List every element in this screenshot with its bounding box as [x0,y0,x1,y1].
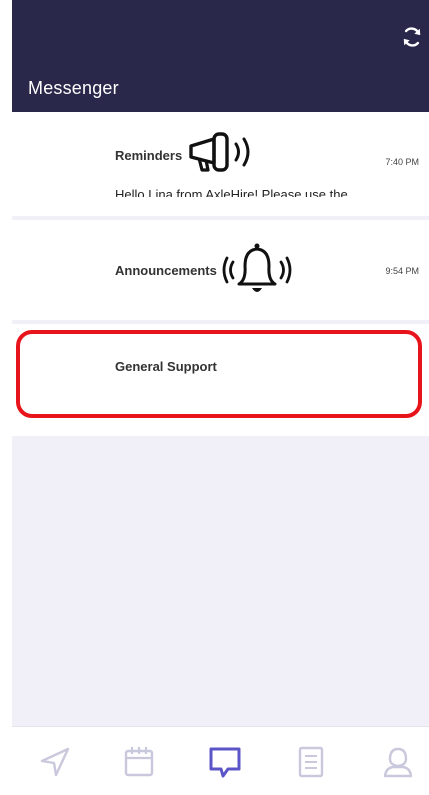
conversation-preview: Hello Lina from AxleHire! Please use the [115,187,348,197]
megaphone-icon [189,132,250,172]
page-title: Messenger [28,78,119,98]
conversation-reminders[interactable]: Reminders 7:40 PM Hello Lina from AxleHi… [12,112,429,216]
conversation-time: 7:40 PM [385,157,419,167]
chat-icon[interactable] [208,745,242,779]
refresh-icon[interactable] [401,26,423,48]
bell-ringing-icon [222,243,292,292]
navigation-arrow-icon[interactable] [38,745,72,779]
bottom-nav [12,726,429,795]
messenger-screen: Messenger Reminders 7:40 PM Hello Lina f… [12,0,429,795]
calendar-icon[interactable] [122,745,156,779]
conversation-time: 9:54 PM [385,266,419,276]
app-header: Messenger [12,0,429,112]
document-list-icon[interactable] [294,745,328,779]
conversation-name: Announcements [115,263,217,278]
profile-icon[interactable] [381,745,415,779]
highlight-box [16,330,422,418]
conversation-name: Reminders [115,148,183,163]
conversation-announcements[interactable]: Announcements 9:54 PM [12,220,429,320]
